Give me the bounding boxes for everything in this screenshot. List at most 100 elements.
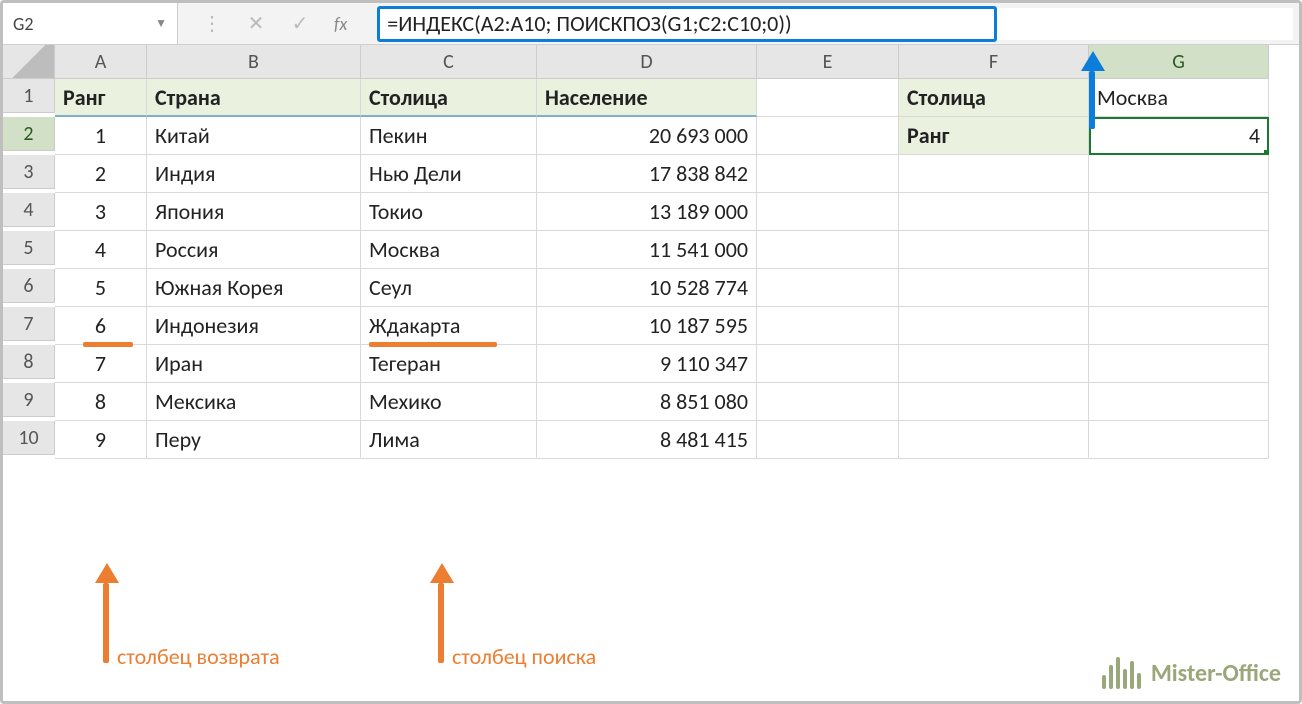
cell-C9[interactable]: Мехико xyxy=(361,383,537,421)
enter-icon[interactable]: ✓ xyxy=(290,11,310,36)
cell-C1[interactable]: Столица xyxy=(361,79,537,117)
cell-G4[interactable] xyxy=(1089,193,1269,231)
cell-A9[interactable]: 8 xyxy=(55,383,147,421)
cell-E9[interactable] xyxy=(757,383,899,421)
cell-G6[interactable] xyxy=(1089,269,1269,307)
cell-E1[interactable] xyxy=(757,79,899,117)
cell-G2[interactable]: 4 xyxy=(1089,117,1269,155)
cell-G9[interactable] xyxy=(1089,383,1269,421)
row-header-10[interactable]: 10 xyxy=(3,421,55,455)
row-header-3[interactable]: 3 xyxy=(3,155,55,189)
cell-C3[interactable]: Нью Дели xyxy=(361,155,537,193)
name-box[interactable]: G2 ▼ xyxy=(3,3,178,44)
row-header-5[interactable]: 5 xyxy=(3,231,55,265)
cell-G10[interactable] xyxy=(1089,421,1269,459)
brand-text: Mister-Office xyxy=(1151,659,1281,688)
row-header-2[interactable]: 2 xyxy=(3,117,55,151)
col-header-F[interactable]: F xyxy=(899,45,1089,79)
cell-F9[interactable] xyxy=(899,383,1089,421)
cell-E2[interactable] xyxy=(757,117,899,155)
col-header-G[interactable]: G xyxy=(1089,45,1269,79)
cell-A10[interactable]: 9 xyxy=(55,421,147,459)
cell-F6[interactable] xyxy=(899,269,1089,307)
cell-B1[interactable]: Страна xyxy=(147,79,361,117)
cell-E8[interactable] xyxy=(757,345,899,383)
brand-logo: Mister-Office xyxy=(1102,657,1281,689)
cell-B5[interactable]: Россия xyxy=(147,231,361,269)
select-all-corner[interactable] xyxy=(3,45,55,79)
cell-G8[interactable] xyxy=(1089,345,1269,383)
cell-F5[interactable] xyxy=(899,231,1089,269)
row-header-8[interactable]: 8 xyxy=(3,345,55,379)
cell-D10[interactable]: 8 481 415 xyxy=(537,421,757,459)
cell-C2[interactable]: Пекин xyxy=(361,117,537,155)
cell-E5[interactable] xyxy=(757,231,899,269)
cell-G5[interactable] xyxy=(1089,231,1269,269)
row-header-4[interactable]: 4 xyxy=(3,193,55,227)
col-header-C[interactable]: C xyxy=(361,45,537,79)
cell-F2[interactable]: Ранг xyxy=(899,117,1089,155)
cell-C5[interactable]: Москва xyxy=(361,231,537,269)
cell-E6[interactable] xyxy=(757,269,899,307)
cell-D4[interactable]: 13 189 000 xyxy=(537,193,757,231)
cell-G3[interactable] xyxy=(1089,155,1269,193)
cell-A5[interactable]: 4 xyxy=(55,231,147,269)
cell-A6[interactable]: 5 xyxy=(55,269,147,307)
cancel-icon[interactable]: ✕ xyxy=(246,11,266,36)
cell-D3[interactable]: 17 838 842 xyxy=(537,155,757,193)
cell-A2[interactable]: 1 xyxy=(55,117,147,155)
cell-E3[interactable] xyxy=(757,155,899,193)
cell-F3[interactable] xyxy=(899,155,1089,193)
cell-C8[interactable]: Тегеран xyxy=(361,345,537,383)
cell-A3[interactable]: 2 xyxy=(55,155,147,193)
cell-F8[interactable] xyxy=(899,345,1089,383)
cell-B6[interactable]: Южная Корея xyxy=(147,269,361,307)
cell-E7[interactable] xyxy=(757,307,899,345)
cell-B7[interactable]: Индонезия xyxy=(147,307,361,345)
row-header-1[interactable]: 1 xyxy=(3,79,55,113)
cell-B10[interactable]: Перу xyxy=(147,421,361,459)
cell-F1[interactable]: Столица xyxy=(899,79,1089,117)
cell-D9[interactable]: 8 851 080 xyxy=(537,383,757,421)
cell-F7[interactable] xyxy=(899,307,1089,345)
cell-A4[interactable]: 3 xyxy=(55,193,147,231)
cell-B9[interactable]: Мексика xyxy=(147,383,361,421)
cell-F4[interactable] xyxy=(899,193,1089,231)
cell-D5[interactable]: 11 541 000 xyxy=(537,231,757,269)
empty-area[interactable] xyxy=(3,459,1269,609)
cell-C10[interactable]: Лима xyxy=(361,421,537,459)
cell-G7[interactable] xyxy=(1089,307,1269,345)
cell-E10[interactable] xyxy=(757,421,899,459)
cell-C6[interactable]: Сеул xyxy=(361,269,537,307)
row-header-6[interactable]: 6 xyxy=(3,269,55,303)
chevron-down-icon[interactable]: ▼ xyxy=(155,16,167,31)
cell-D2[interactable]: 20 693 000 xyxy=(537,117,757,155)
cell-D1[interactable]: Население xyxy=(537,79,757,117)
cell-C7[interactable]: Ждакарта xyxy=(361,307,537,345)
cell-D8[interactable]: 9 110 347 xyxy=(537,345,757,383)
cell-D6[interactable]: 10 528 774 xyxy=(537,269,757,307)
cell-B8[interactable]: Иран xyxy=(147,345,361,383)
cell-E4[interactable] xyxy=(757,193,899,231)
col-header-A[interactable]: A xyxy=(55,45,147,79)
cell-C4[interactable]: Токио xyxy=(361,193,537,231)
formula-text: =ИНДЕКС(A2:A10; ПОИСКПОЗ(G1;C2:C10;0)) xyxy=(387,10,791,37)
fx-icon[interactable]: fx xyxy=(334,13,347,35)
cell-A7[interactable]: 6 xyxy=(55,307,147,345)
underline-rank-4 xyxy=(83,342,133,347)
cell-A8[interactable]: 7 xyxy=(55,345,147,383)
cell-A1[interactable]: Ранг xyxy=(55,79,147,117)
col-header-B[interactable]: B xyxy=(147,45,361,79)
cell-G1[interactable]: Москва xyxy=(1089,79,1269,117)
formula-input[interactable]: =ИНДЕКС(A2:A10; ПОИСКПОЗ(G1;C2:C10;0)) xyxy=(377,8,1293,40)
cell-B2[interactable]: Китай xyxy=(147,117,361,155)
cell-B4[interactable]: Япония xyxy=(147,193,361,231)
cell-F10[interactable] xyxy=(899,421,1089,459)
row-header-9[interactable]: 9 xyxy=(3,383,55,417)
col-header-E[interactable]: E xyxy=(757,45,899,79)
row-header-7[interactable]: 7 xyxy=(3,307,55,341)
col-header-D[interactable]: D xyxy=(537,45,757,79)
spreadsheet-grid[interactable]: A B C D E F G 1 Ранг Страна Столица Насе… xyxy=(3,45,1299,609)
cell-D7[interactable]: 10 187 595 xyxy=(537,307,757,345)
cell-B3[interactable]: Индия xyxy=(147,155,361,193)
